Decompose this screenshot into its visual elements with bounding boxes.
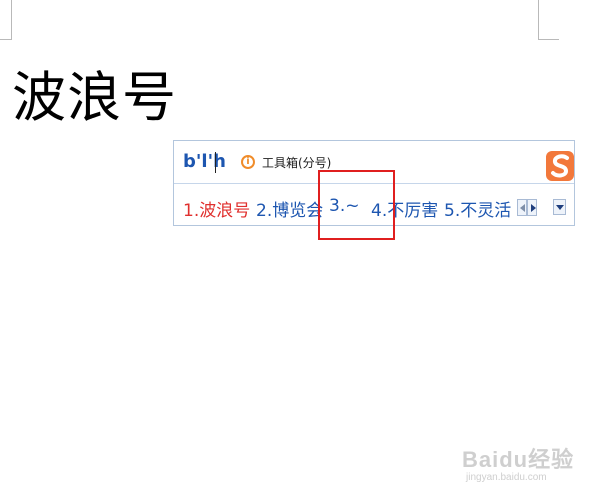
info-circle-icon[interactable]: i bbox=[241, 155, 255, 169]
ime-menu-button[interactable] bbox=[553, 199, 566, 215]
page-corner-marker-right bbox=[538, 0, 559, 40]
toolbox-button-label[interactable]: 工具箱(分号) bbox=[262, 154, 331, 171]
highlight-annotation-box bbox=[318, 170, 395, 240]
sogou-s-icon bbox=[546, 151, 574, 181]
page-corner-marker-left bbox=[0, 0, 12, 40]
candidate-1[interactable]: 1.波浪号 bbox=[183, 196, 250, 221]
candidate-5[interactable]: 5.不灵活 bbox=[444, 196, 511, 221]
text-caret bbox=[215, 152, 216, 173]
watermark-brand: Baidu经验 bbox=[462, 447, 575, 472]
prev-page-button[interactable] bbox=[517, 199, 527, 216]
document-text: 波浪号 bbox=[12, 66, 177, 129]
chevron-down-icon bbox=[556, 205, 564, 210]
candidate-2[interactable]: 2.博览会 bbox=[256, 196, 323, 221]
pinyin-input[interactable]: b'l'h bbox=[183, 151, 226, 172]
next-page-button[interactable] bbox=[527, 199, 537, 216]
chevron-left-icon bbox=[520, 204, 525, 212]
watermark-url: jingyan.baidu.com bbox=[466, 472, 547, 483]
chevron-right-icon bbox=[531, 204, 536, 212]
watermark: Baidu经验 jingyan.baidu.com bbox=[452, 436, 582, 496]
